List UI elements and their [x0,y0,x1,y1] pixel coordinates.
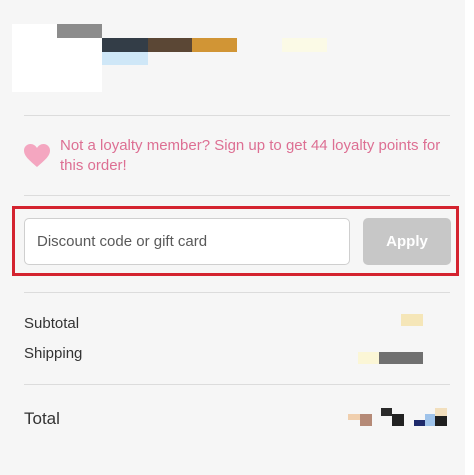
shipping-value-obscured [379,352,423,364]
divider [24,115,450,116]
shipping-label: Shipping [24,345,83,362]
loyalty-message[interactable]: Not a loyalty member? Sign up to get 44 … [60,136,455,176]
product-obscured-block [148,38,192,52]
product-obscured-block [192,38,237,52]
product-obscured-block [57,24,102,38]
product-obscured-block [102,38,148,52]
order-summary-panel: Not a loyalty member? Sign up to get 44 … [0,0,465,475]
page-margin [465,0,474,475]
total-label: Total [24,409,60,428]
discount-code-input[interactable] [24,218,350,265]
product-obscured-block [102,52,148,65]
heart-icon [24,144,50,167]
divider [24,292,450,293]
subtotal-value-obscured [401,314,423,326]
divider [24,384,450,385]
product-obscured-block [282,38,327,52]
shipping-value-obscured [358,352,379,364]
divider [24,195,450,196]
subtotal-label: Subtotal [24,315,80,332]
apply-discount-button[interactable]: Apply [363,218,451,265]
